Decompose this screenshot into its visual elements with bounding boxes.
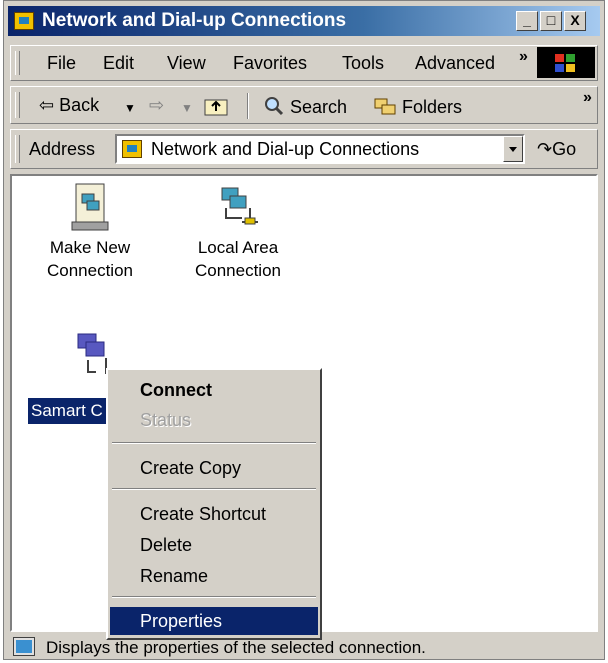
search-button[interactable]: Search [263, 95, 347, 118]
window-title: Network and Dial-up Connections [42, 10, 347, 31]
back-dropdown-icon[interactable]: ▼ [124, 101, 136, 115]
menu-file[interactable]: File [47, 53, 76, 74]
folders-label: Folders [402, 97, 463, 117]
network-folder-icon [122, 140, 142, 158]
menu-item-connect[interactable]: Connect [110, 376, 318, 404]
local-area-connection-item[interactable]: Local Area Connection [176, 182, 300, 282]
windows-flag-icon [555, 54, 575, 72]
back-label: Back [59, 95, 100, 115]
menu-item-rename[interactable]: Rename [110, 562, 318, 590]
address-bar: Address Network and Dial-up Connections … [10, 129, 598, 169]
minimize-button[interactable]: _ [516, 11, 538, 31]
menu-item-create-copy[interactable]: Create Copy [110, 454, 318, 482]
back-button[interactable]: ⇦ Back [39, 95, 99, 116]
windows-logo [537, 47, 595, 78]
context-menu: Connect Status Create Copy Create Shortc… [106, 368, 322, 640]
up-folder-icon[interactable] [203, 94, 229, 123]
local-area-connection-icon [221, 187, 258, 225]
address-dropdown-button[interactable] [503, 136, 523, 162]
menu-view[interactable]: View [167, 53, 206, 74]
folders-icon [374, 98, 396, 115]
make-new-connection-label-1: Make New [49, 238, 131, 257]
make-new-connection-item[interactable]: Make New Connection [30, 182, 150, 282]
status-text: Displays the properties of the selected … [46, 638, 426, 657]
title-bar[interactable]: Network and Dial-up Connections _ □ X [8, 6, 600, 36]
search-icon [265, 97, 284, 116]
menu-item-properties[interactable]: Properties [110, 607, 318, 635]
back-arrow-icon: ⇦ [39, 95, 55, 115]
folders-button[interactable]: Folders [373, 95, 462, 118]
make-new-connection-icon [71, 183, 109, 231]
go-label: Go [552, 139, 577, 159]
menu-tools[interactable]: Tools [342, 53, 384, 74]
go-arrow-icon: ↷ [537, 139, 553, 159]
maximize-button[interactable]: □ [540, 11, 562, 31]
network-status-icon [13, 637, 35, 656]
menu-item-delete[interactable]: Delete [110, 531, 318, 559]
local-area-connection-label-1: Local Area [197, 238, 279, 257]
toolbar-grip[interactable] [15, 92, 20, 118]
menu-item-create-shortcut[interactable]: Create Shortcut [110, 500, 318, 528]
menubar-grip[interactable] [15, 51, 20, 75]
go-button[interactable]: ↷Go [537, 139, 576, 160]
menu-item-status: Status [140, 410, 192, 430]
close-button[interactable]: X [564, 11, 586, 31]
menu-separator [112, 596, 316, 598]
forward-dropdown-icon[interactable]: ▼ [181, 101, 193, 115]
menu-edit[interactable]: Edit [103, 53, 134, 74]
toolbar: ⇦ Back ▼ ⇨ ▼ Search Folders » [10, 86, 598, 124]
menu-separator [112, 488, 316, 490]
menu-separator [112, 442, 316, 444]
address-label: Address [29, 139, 96, 159]
toolbar-overflow-chevron[interactable]: » [583, 89, 592, 107]
local-area-connection-label-2: Connection [194, 261, 281, 280]
search-label: Search [290, 97, 348, 117]
address-value: Network and Dial-up Connections [151, 139, 420, 159]
menu-advanced[interactable]: Advanced [415, 53, 495, 74]
toolbar-separator [247, 93, 249, 119]
addressbar-grip[interactable] [15, 135, 20, 163]
make-new-connection-label-2: Connection [46, 261, 133, 280]
menu-favorites[interactable]: Favorites [233, 53, 307, 74]
address-input[interactable]: Network and Dial-up Connections [115, 134, 525, 164]
forward-arrow-icon[interactable]: ⇨ [149, 95, 164, 116]
network-folder-icon [14, 12, 34, 30]
menubar-overflow-chevron[interactable]: » [519, 48, 528, 66]
menu-bar: File Edit View Favorites Tools Advanced … [10, 45, 598, 81]
